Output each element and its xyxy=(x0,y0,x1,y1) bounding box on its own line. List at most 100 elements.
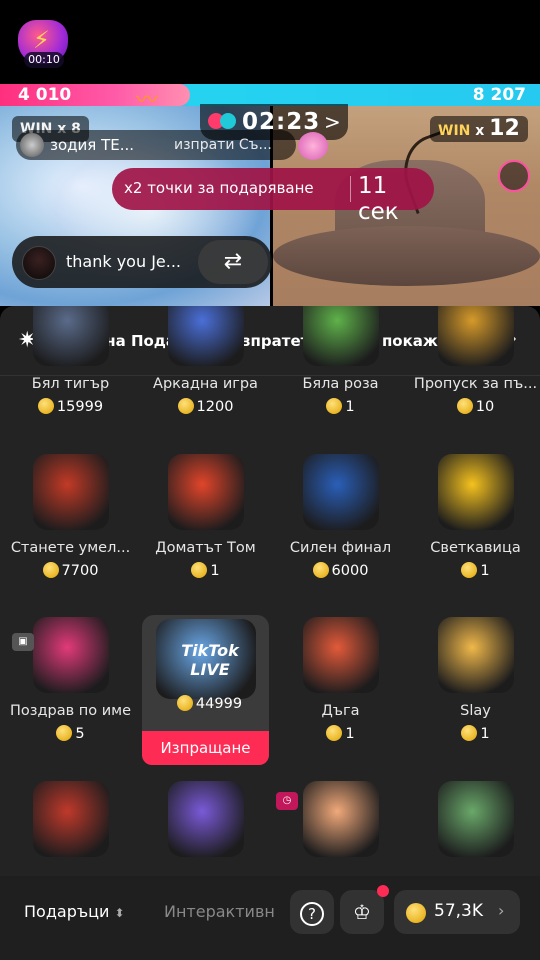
gift-name: Slay xyxy=(460,703,491,719)
coin-icon xyxy=(461,562,478,578)
gift-price: 6000 xyxy=(273,562,408,579)
gift-price-value: 1 xyxy=(345,399,355,415)
tiger-icon xyxy=(33,306,109,366)
top-bar xyxy=(0,0,540,84)
bonus-seconds: 11 сек xyxy=(358,173,399,225)
win-label: WIN xyxy=(438,123,471,139)
gift-price: 7700 xyxy=(3,562,138,579)
comment-bubble[interactable]: thank you Je... ⇄ xyxy=(12,236,272,288)
gift-price: 1200 xyxy=(138,398,273,415)
send-button[interactable]: Изпращане xyxy=(142,731,269,765)
crown-icon: ♔ xyxy=(353,900,371,924)
battle-score-bar xyxy=(0,84,540,106)
help-button[interactable]: ? xyxy=(290,890,334,934)
gift-name: Доматът Том xyxy=(155,540,256,556)
hippo-icon xyxy=(438,781,514,857)
gift-item[interactable]: Slay 1 xyxy=(408,609,540,769)
coin-icon xyxy=(461,725,478,741)
gift-price: 1 xyxy=(138,562,273,579)
gift-price-value: 5 xyxy=(75,726,85,742)
coin-icon xyxy=(177,398,194,414)
gift-name: Поздрав по име xyxy=(10,703,131,719)
tomato-icon xyxy=(168,454,244,530)
laptop-icon xyxy=(168,781,244,857)
lightning-icon xyxy=(438,454,514,530)
comment-text: thank you Je... xyxy=(66,252,182,271)
gift-price: 1 xyxy=(408,562,540,579)
gift-price-value: 6000 xyxy=(331,563,369,579)
divider xyxy=(350,176,351,202)
gift-notification[interactable]: зодия ТЕ... изпрати Съ... xyxy=(16,130,328,160)
gift-item[interactable]: Силен финал 6000 xyxy=(273,446,408,606)
bottom-bar: Подаръци ⬍ Интерактивни ? ♔ 57,3K › xyxy=(0,876,540,960)
score-left: 4 010 xyxy=(18,85,72,105)
racecar-icon xyxy=(303,454,379,530)
gift-item[interactable]: Светкавица 1 xyxy=(408,446,540,606)
crown-button[interactable]: ♔ xyxy=(340,890,384,934)
gift-price: 5 xyxy=(3,725,138,742)
sort-icon: ⬍ xyxy=(114,906,125,920)
coin-icon xyxy=(37,398,54,414)
wallet-button[interactable]: 57,3K › xyxy=(394,890,520,934)
gift-name: Бяла роза xyxy=(302,376,379,392)
gift-price-value: 1 xyxy=(345,726,355,742)
gift-name: Дъга xyxy=(321,703,360,719)
gift-price: 1 xyxy=(408,725,540,742)
video-tag-icon: ▣ xyxy=(12,633,34,651)
gift-price: 1 xyxy=(273,398,408,415)
win-x: x xyxy=(475,123,485,139)
tiktok-live-icon: TikTok LIVE xyxy=(156,619,256,699)
coin-icon xyxy=(326,725,343,741)
sender-name: зодия ТЕ... xyxy=(50,136,135,154)
sender-action: изпрати Съ... xyxy=(174,137,272,153)
coin-icon xyxy=(456,398,473,414)
gift-item[interactable]: Доматът Том 1 xyxy=(138,446,273,606)
gift-price: 10 xyxy=(408,398,540,415)
gift-item[interactable]: Бяла роза 1 xyxy=(273,306,408,442)
tab-gifts[interactable]: Подаръци ⬍ xyxy=(24,902,125,921)
gift-name: Пропуск за пъ... xyxy=(413,376,538,392)
coin-icon xyxy=(56,725,73,741)
gift-item[interactable]: Бял тигър 15999 xyxy=(3,306,138,442)
gift-item[interactable]: Станете умел... 7700 xyxy=(3,446,138,606)
gift-item[interactable]: TikTok LIVE 44999 Изпращане xyxy=(142,615,269,765)
score-right: 8 207 xyxy=(472,85,526,105)
chevron-right-icon: › xyxy=(498,901,505,920)
bonus-banner: x2 точки за подаряване 11 сек xyxy=(112,168,434,225)
swap-icon[interactable]: ⇄ xyxy=(198,240,268,284)
gift-heart-icon xyxy=(298,132,328,160)
gift-item[interactable]: Пропуск за пъ... 10 xyxy=(408,306,540,442)
battle-vs-icon xyxy=(208,113,238,131)
rank-badge[interactable]: ⚡ 00:10 xyxy=(16,20,70,70)
chevron-right-icon: > xyxy=(324,110,341,134)
rainbow-icon xyxy=(303,617,379,693)
slay-icon xyxy=(438,617,514,693)
win-badge-right: WIN x 12 xyxy=(430,116,528,142)
gift-name: Бял тигър xyxy=(31,376,110,392)
coin-icon xyxy=(42,562,59,578)
gift-name: Аркадна игра xyxy=(153,376,258,392)
badge-timer: 00:10 xyxy=(24,52,64,68)
gift-item[interactable]: Дъга 1 xyxy=(273,609,408,769)
coin-icon xyxy=(406,903,426,923)
gift-price-value: 44999 xyxy=(195,696,243,712)
gift-name: Светкавица xyxy=(430,540,521,556)
coin-icon xyxy=(191,562,208,578)
tab-interactive[interactable]: Интерактивни xyxy=(164,902,274,921)
gift-name: Силен финал xyxy=(289,540,392,556)
gift-price: 44999 xyxy=(142,695,277,712)
lion-rose-icon xyxy=(33,781,109,857)
gift-price-value: 10 xyxy=(475,399,495,415)
opponent-rank-icon[interactable] xyxy=(498,160,530,192)
tiktok-live-logo: TikTok LIVE xyxy=(181,641,239,679)
gift-item[interactable]: Аркадна игра 1200 xyxy=(138,306,273,442)
gift-price-value: 15999 xyxy=(56,399,104,415)
cake-icon xyxy=(303,781,379,857)
gift-price-value: 1 xyxy=(480,563,490,579)
arcade-icon xyxy=(168,306,244,366)
pass-icon xyxy=(438,306,514,366)
help-icon: ? xyxy=(300,902,324,926)
jeep-icon xyxy=(33,454,109,530)
gift-price: 1 xyxy=(273,725,408,742)
gift-price-value: 7700 xyxy=(61,563,99,579)
